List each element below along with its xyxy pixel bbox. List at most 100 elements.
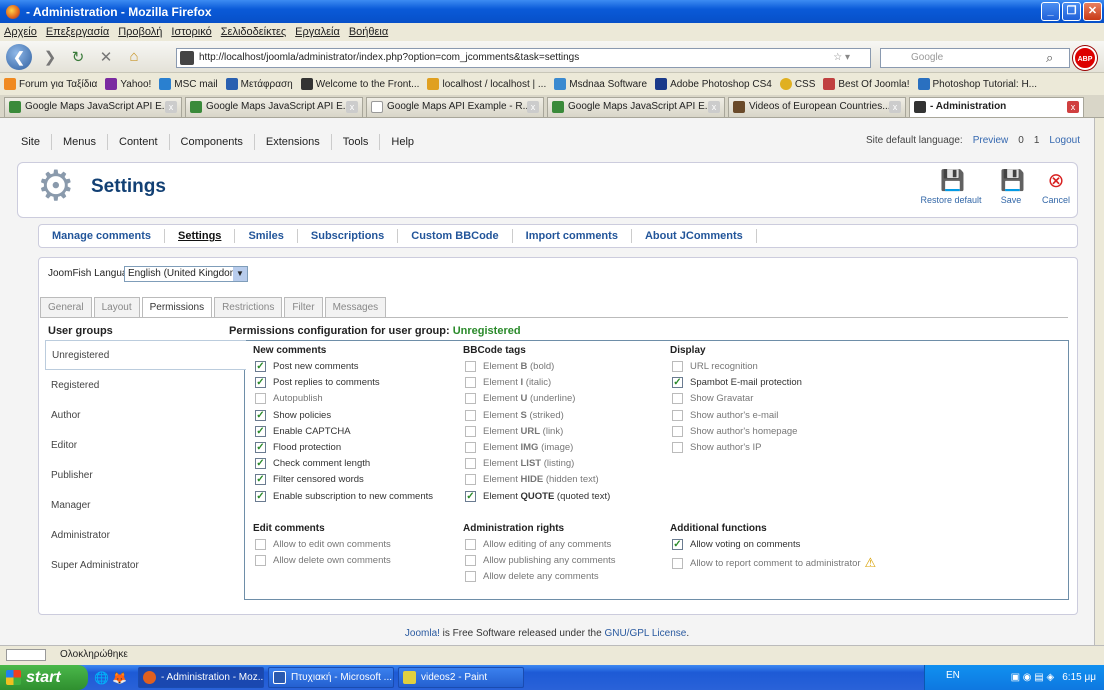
- permission-checkbox[interactable]: Element U (underline): [465, 393, 575, 405]
- checkbox-unchecked[interactable]: [465, 555, 476, 567]
- permission-checkbox[interactable]: ✓ Element QUOTE (quoted text): [465, 490, 610, 502]
- checkbox-checked[interactable]: ✓: [255, 458, 266, 470]
- jmenu-tools[interactable]: Tools: [332, 134, 381, 150]
- checkbox-unchecked[interactable]: [465, 377, 476, 389]
- user-group-publisher[interactable]: Publisher: [45, 461, 245, 491]
- menu-history[interactable]: Ιστορικό: [171, 26, 211, 38]
- permission-checkbox[interactable]: Allow to edit own comments: [255, 539, 391, 550]
- checkbox-unchecked[interactable]: [465, 458, 476, 470]
- permission-checkbox[interactable]: ✓ Check comment length: [255, 458, 370, 470]
- bookmark-item[interactable]: localhost / localhost | ...: [427, 78, 546, 90]
- menu-edit[interactable]: Επεξεργασία: [46, 26, 109, 38]
- permission-checkbox[interactable]: Show Gravatar: [672, 393, 753, 405]
- submenu-manage-comments[interactable]: Manage comments: [39, 229, 166, 243]
- checkbox-unchecked[interactable]: [465, 425, 476, 437]
- permission-checkbox[interactable]: ✓ Spambot E-mail protection: [672, 377, 802, 389]
- messages-count[interactable]: 0: [1018, 135, 1024, 146]
- bookmark-item[interactable]: Μετάφραση: [225, 78, 293, 90]
- joomfish-language-select[interactable]: English (United Kingdom) ▼: [124, 266, 248, 282]
- bookmark-item[interactable]: Yahoo!: [105, 78, 151, 90]
- permission-checkbox[interactable]: Allow delete any comments: [465, 571, 599, 583]
- cancel-button[interactable]: ⊗ Cancel: [1036, 170, 1076, 205]
- checkbox-unchecked[interactable]: [465, 442, 476, 453]
- checkbox-unchecked[interactable]: [672, 557, 683, 569]
- joomla-link[interactable]: Joomla!: [405, 628, 440, 639]
- submenu-subscriptions[interactable]: Subscriptions: [298, 229, 399, 243]
- checkbox-checked[interactable]: ✓: [255, 425, 266, 437]
- permission-checkbox[interactable]: Allow publishing any comments: [465, 555, 616, 567]
- permission-checkbox[interactable]: URL recognition: [672, 361, 758, 372]
- tab-close-icon[interactable]: x: [1067, 101, 1079, 113]
- permission-checkbox[interactable]: Show author's e-mail: [672, 409, 778, 421]
- permission-checkbox[interactable]: ✓ Flood protection: [255, 442, 341, 453]
- permission-checkbox[interactable]: ✓ Allow voting on comments: [672, 539, 800, 550]
- maximize-button[interactable]: ❐: [1062, 2, 1081, 21]
- license-link[interactable]: GNU/GPL License: [604, 628, 686, 639]
- reload-icon[interactable]: ↻: [68, 48, 88, 66]
- browser-tab-active[interactable]: - Administration x: [909, 97, 1084, 117]
- taskbar-item[interactable]: videos2 - Paint: [398, 667, 524, 688]
- menu-file[interactable]: Αρχείο: [4, 26, 37, 38]
- browser-tab[interactable]: Google Maps JavaScript API E... x: [547, 97, 725, 117]
- checkbox-checked[interactable]: ✓: [672, 377, 683, 389]
- browser-tab[interactable]: Google Maps API Example - R... x: [366, 97, 544, 117]
- checkbox-unchecked[interactable]: [672, 409, 683, 421]
- bookmark-item[interactable]: Best Of Joomla!: [823, 78, 910, 90]
- save-button[interactable]: 💾 Save: [996, 170, 1026, 205]
- checkbox-unchecked[interactable]: [255, 539, 266, 550]
- tab-permissions[interactable]: Permissions: [141, 297, 213, 317]
- submenu-smiles[interactable]: Smiles: [235, 229, 298, 243]
- permission-checkbox[interactable]: Allow editing of any comments: [465, 539, 611, 550]
- checkbox-checked[interactable]: ✓: [672, 539, 683, 550]
- jmenu-help[interactable]: Help: [380, 134, 425, 150]
- checkbox-checked[interactable]: ✓: [255, 409, 266, 421]
- checkbox-unchecked[interactable]: [465, 393, 476, 405]
- taskbar-item[interactable]: Πτυχιακή - Microsoft ...: [268, 667, 394, 688]
- bookmark-item[interactable]: Welcome to the Front...: [300, 78, 419, 90]
- submenu-settings[interactable]: Settings: [165, 229, 236, 243]
- checkbox-unchecked[interactable]: [255, 555, 266, 567]
- checkbox-unchecked[interactable]: [672, 442, 683, 453]
- submenu-custom-bbcode[interactable]: Custom BBCode: [398, 229, 513, 243]
- checkbox-unchecked[interactable]: [672, 393, 683, 405]
- bookmark-item[interactable]: Forum για Ταξίδια: [4, 78, 97, 90]
- tab-general[interactable]: General: [40, 297, 92, 317]
- permission-checkbox[interactable]: Element B (bold): [465, 361, 554, 372]
- tab-close-icon[interactable]: x: [889, 101, 901, 113]
- permission-checkbox[interactable]: ✓ Post new comments: [255, 361, 359, 372]
- jmenu-components[interactable]: Components: [170, 134, 255, 150]
- permission-checkbox[interactable]: Element URL (link): [465, 425, 563, 437]
- checkbox-unchecked[interactable]: [465, 474, 476, 486]
- tab-filter[interactable]: Filter: [284, 297, 323, 317]
- browser-tab[interactable]: Google Maps JavaScript API E... x: [4, 97, 182, 117]
- language-indicator[interactable]: EN: [946, 670, 960, 681]
- minimize-button[interactable]: _: [1041, 2, 1060, 21]
- tab-layout[interactable]: Layout: [93, 297, 140, 317]
- address-bar[interactable]: http://localhost/joomla/administrator/in…: [176, 48, 871, 68]
- menu-tools[interactable]: Εργαλεία: [295, 26, 340, 38]
- checkbox-unchecked[interactable]: [672, 425, 683, 437]
- jmenu-content[interactable]: Content: [108, 134, 170, 150]
- tray-icons[interactable]: ▣ ◉ ▤ ◈: [1011, 672, 1055, 683]
- jmenu-menus[interactable]: Menus: [52, 134, 108, 150]
- user-group-registered[interactable]: Registered: [45, 371, 245, 401]
- home-icon[interactable]: ⌂: [124, 48, 144, 65]
- user-group-administrator[interactable]: Administrator: [45, 521, 245, 551]
- taskbar-item[interactable]: - Administration - Moz...: [138, 667, 264, 688]
- jmenu-site[interactable]: Site: [10, 134, 52, 150]
- permission-checkbox[interactable]: Show author's homepage: [672, 425, 797, 437]
- checkbox-unchecked[interactable]: [672, 361, 683, 372]
- bookmark-item[interactable]: Adobe Photoshop CS4: [655, 78, 772, 90]
- checkbox-unchecked[interactable]: [465, 361, 476, 372]
- permission-checkbox[interactable]: ✓ Filter censored words: [255, 474, 364, 486]
- menu-help[interactable]: Βοήθεια: [349, 26, 388, 38]
- users-count[interactable]: 1: [1034, 135, 1040, 146]
- user-group-author[interactable]: Author: [45, 401, 245, 431]
- permission-checkbox[interactable]: Element IMG (image): [465, 442, 573, 453]
- close-button[interactable]: ✕: [1083, 2, 1102, 21]
- tab-close-icon[interactable]: x: [165, 101, 177, 113]
- browser-tab[interactable]: Videos of European Countries... x: [728, 97, 906, 117]
- checkbox-unchecked[interactable]: [465, 409, 476, 421]
- stop-icon[interactable]: ✕: [96, 48, 116, 66]
- scrollbar[interactable]: [1094, 118, 1104, 645]
